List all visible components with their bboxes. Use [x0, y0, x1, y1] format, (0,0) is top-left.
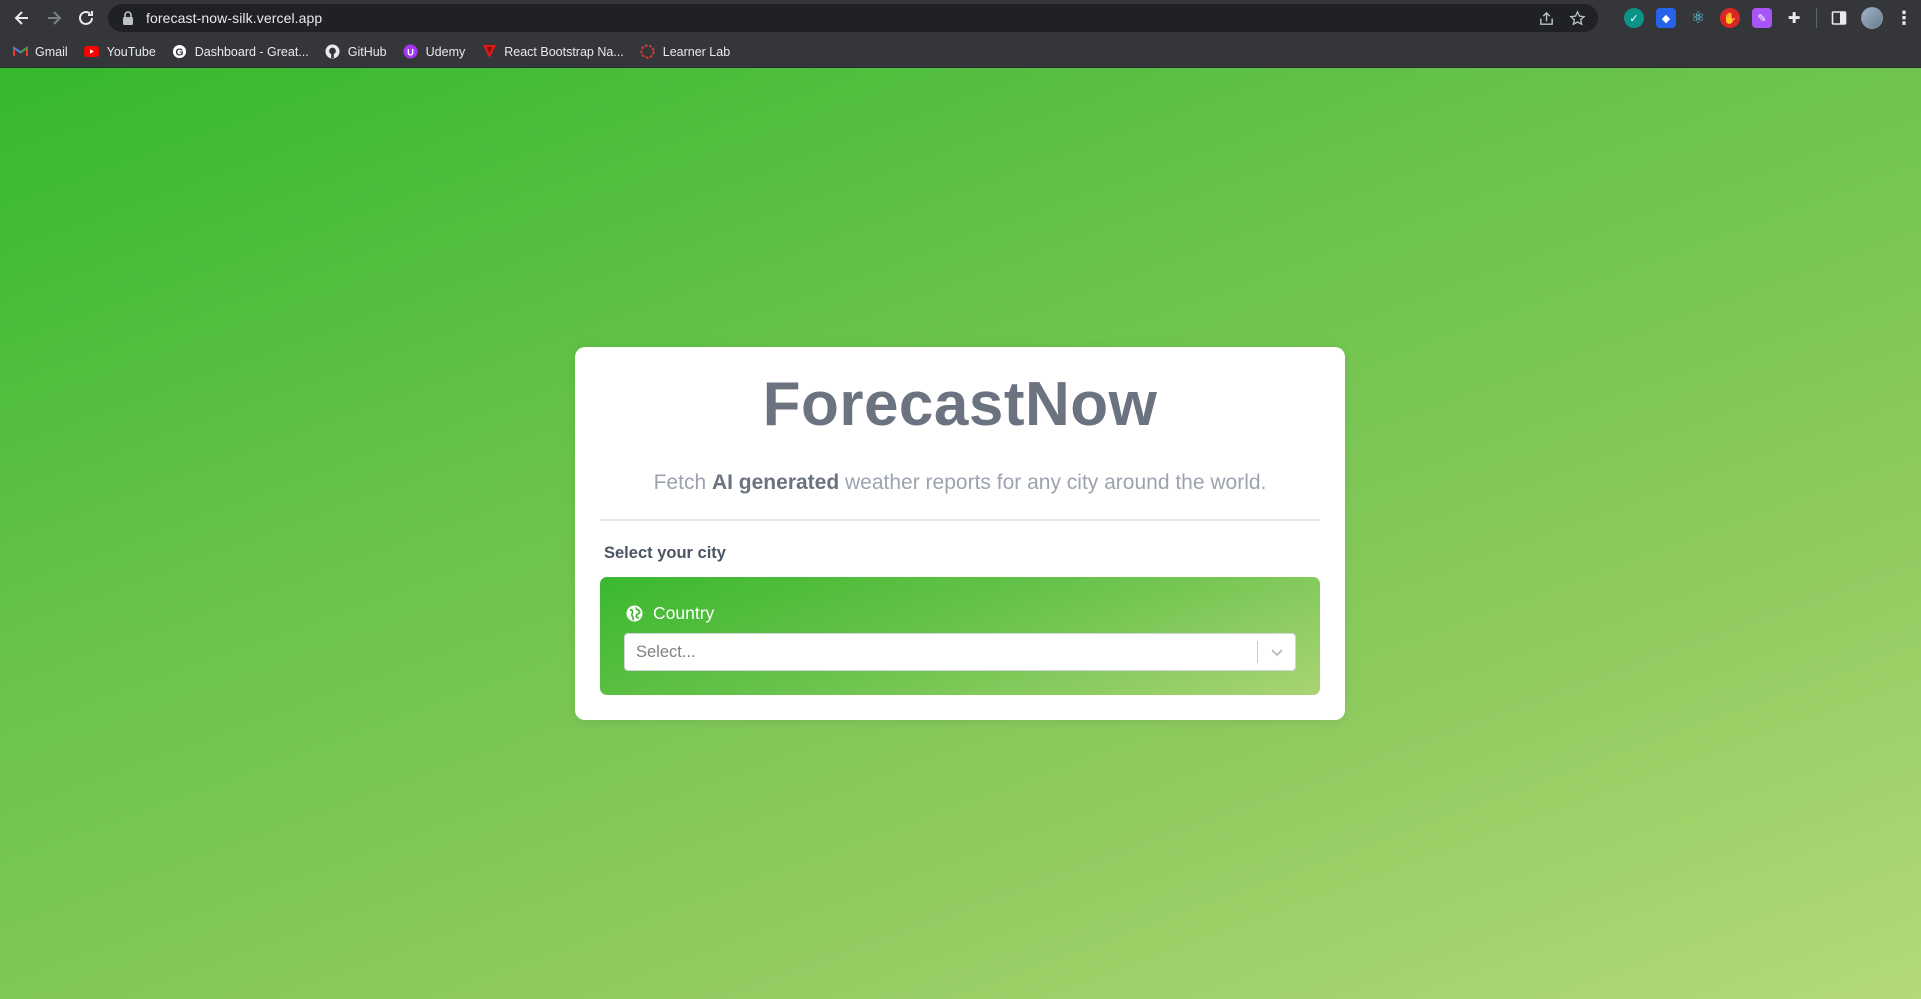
menu-dots-icon[interactable]: ⋮ — [1895, 9, 1913, 27]
bookmark-react-bootstrap[interactable]: React Bootstrap Na... — [481, 44, 624, 60]
reload-icon — [79, 10, 93, 25]
chevron-down-icon[interactable] — [1258, 634, 1295, 670]
back-button[interactable] — [6, 2, 38, 34]
bookmark-dashboard[interactable]: G Dashboard - Great... — [172, 44, 309, 60]
country-select-placeholder: Select... — [636, 642, 696, 661]
bitwarden-extension-icon[interactable]: ◆ — [1656, 8, 1676, 28]
page-title: ForecastNow — [762, 370, 1158, 439]
browser-toolbar: forecast-now-silk.vercel.app ✓ ◆ ⚛ ✋ ✎ ✚… — [0, 0, 1921, 36]
learner-lab-icon — [640, 44, 656, 60]
youtube-icon — [84, 44, 100, 60]
reload-button[interactable] — [70, 2, 102, 34]
extensions-area: ✓ ◆ ⚛ ✋ ✎ ✚ ⋮ — [1624, 4, 1913, 32]
subtitle-suffix: weather reports for any city around the … — [839, 471, 1267, 494]
shield-extension-icon[interactable]: ✓ — [1624, 8, 1644, 28]
adblock-extension-icon[interactable]: ✋ — [1720, 8, 1740, 28]
page-subtitle: Fetch AI generated weather reports for a… — [575, 471, 1345, 495]
country-label: Country — [653, 603, 715, 623]
share-icon[interactable] — [1538, 10, 1555, 27]
subtitle-emphasis: AI generated — [711, 471, 840, 494]
arrow-right-icon — [48, 11, 62, 25]
address-bar[interactable]: forecast-now-silk.vercel.app — [108, 4, 1598, 32]
country-select[interactable]: Select... — [624, 633, 1296, 671]
bookmark-gmail[interactable]: Gmail — [12, 44, 68, 60]
divider — [600, 519, 1320, 521]
star-icon[interactable] — [1569, 9, 1586, 27]
udemy-icon: U — [403, 44, 419, 60]
bookmark-youtube[interactable]: YouTube — [84, 44, 156, 60]
subtitle-prefix: Fetch — [653, 471, 712, 494]
forecast-card: ForecastNow Fetch AI generated weather r… — [575, 347, 1345, 720]
globe-icon — [626, 605, 643, 622]
svg-text:U: U — [407, 47, 414, 57]
react-bootstrap-icon — [481, 44, 497, 60]
bookmark-learner-lab[interactable]: Learner Lab — [640, 44, 730, 60]
arrow-left-icon — [14, 11, 28, 25]
github-icon — [325, 44, 341, 60]
color-picker-extension-icon[interactable]: ✎ — [1752, 8, 1772, 28]
side-panel-icon[interactable] — [1829, 8, 1849, 28]
bookmark-github[interactable]: GitHub — [325, 44, 387, 60]
react-devtools-icon[interactable]: ⚛ — [1688, 8, 1708, 28]
bookmark-udemy[interactable]: U Udemy — [403, 44, 465, 60]
gmail-icon — [12, 44, 28, 60]
country-panel: Country Select... — [600, 577, 1320, 695]
profile-avatar[interactable] — [1861, 7, 1883, 29]
url-text: forecast-now-silk.vercel.app — [146, 10, 323, 26]
forward-button[interactable] — [38, 2, 70, 34]
page-background: ForecastNow Fetch AI generated weather r… — [0, 68, 1921, 999]
select-city-label: Select your city — [604, 544, 726, 562]
svg-text:G: G — [176, 47, 184, 58]
google-icon: G — [172, 44, 188, 60]
bookmarks-bar: Gmail YouTube G Dashboard - Great... Git… — [0, 36, 1921, 68]
puzzle-extensions-icon[interactable]: ✚ — [1784, 8, 1804, 28]
country-header: Country — [626, 603, 714, 624]
lock-icon — [123, 11, 133, 25]
toolbar-divider — [1816, 8, 1817, 28]
